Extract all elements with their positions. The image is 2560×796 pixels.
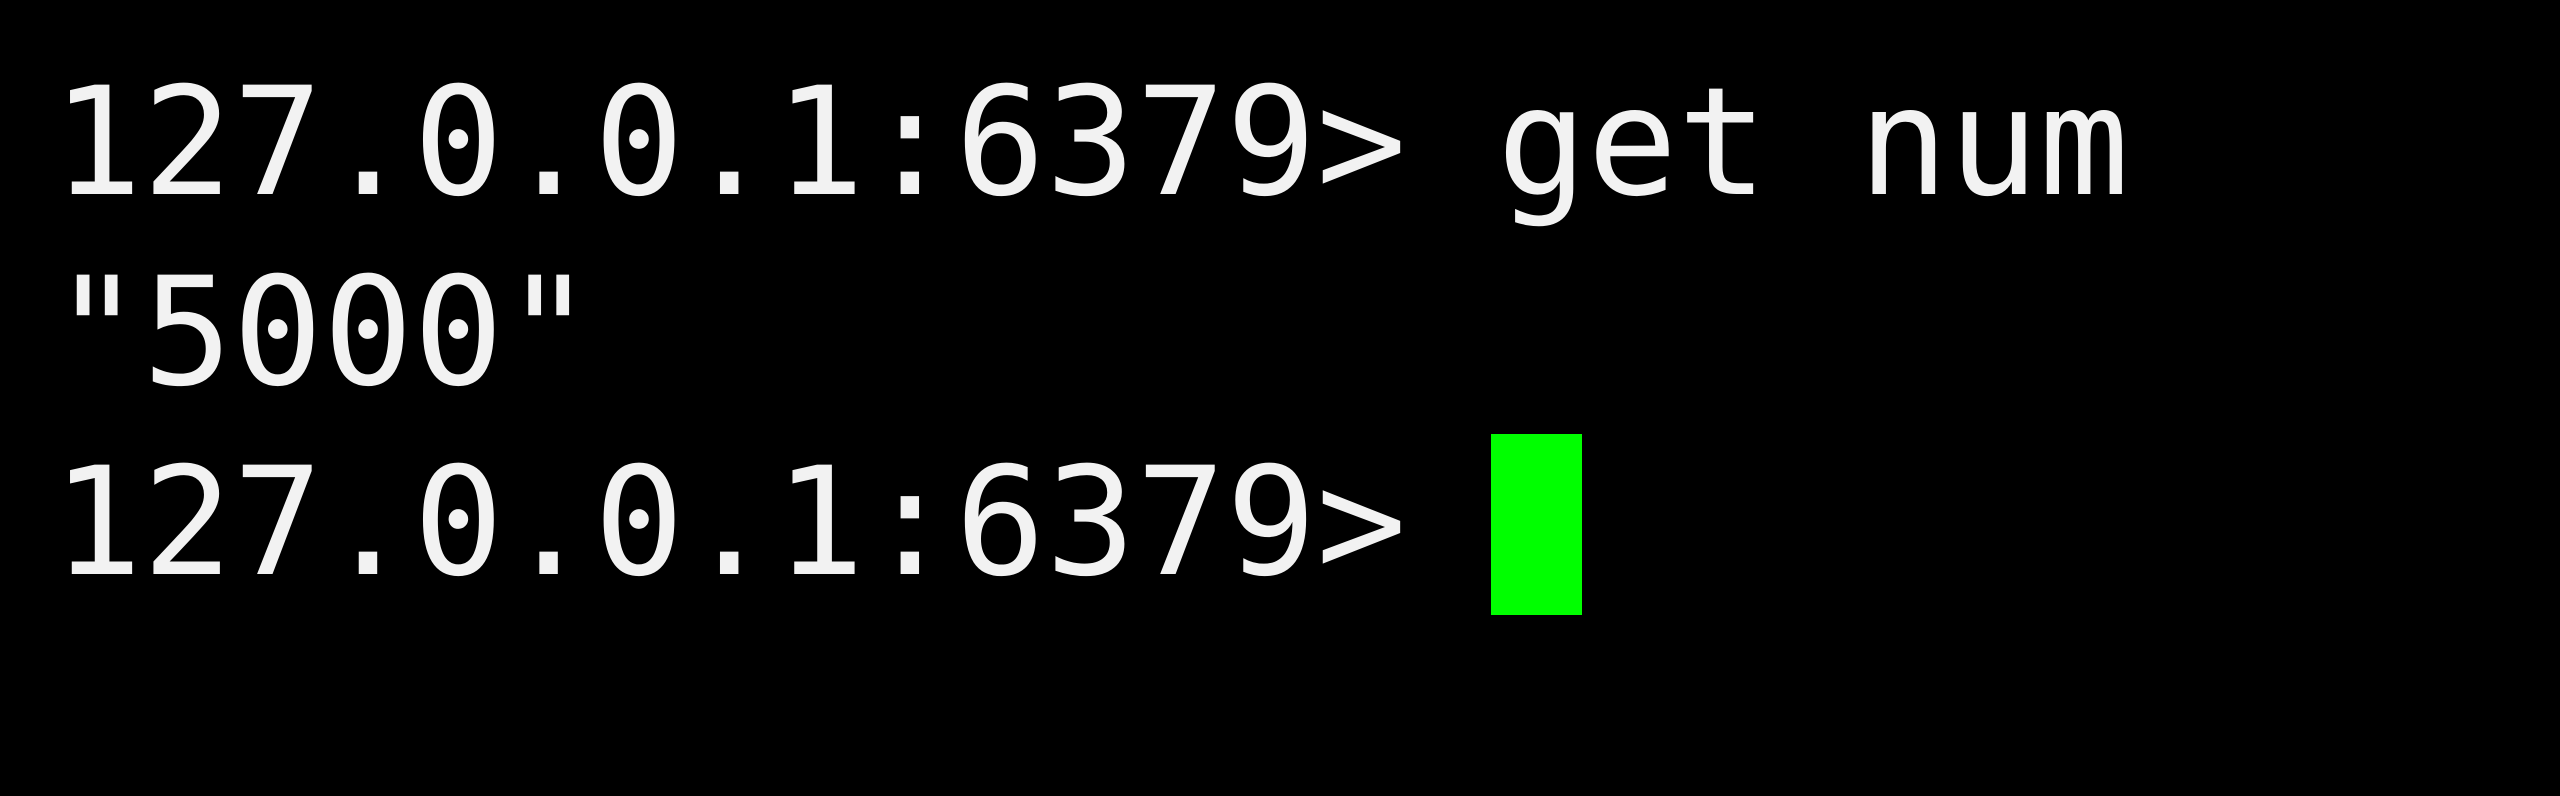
- terminal-line-command: 127.0.0.1:6379> get num: [52, 48, 2129, 238]
- prompt: 127.0.0.1:6379>: [52, 436, 1407, 610]
- terminal-line-prompt[interactable]: 127.0.0.1:6379>: [52, 428, 1497, 618]
- terminal-line-output: "5000": [52, 238, 594, 428]
- command-text: get num: [1496, 56, 2130, 230]
- command-output: "5000": [52, 246, 594, 420]
- text-cursor: [1491, 434, 1582, 615]
- prompt: 127.0.0.1:6379>: [52, 56, 1407, 230]
- terminal-window[interactable]: 127.0.0.1:6379> get num "5000" 127.0.0.1…: [0, 0, 2560, 796]
